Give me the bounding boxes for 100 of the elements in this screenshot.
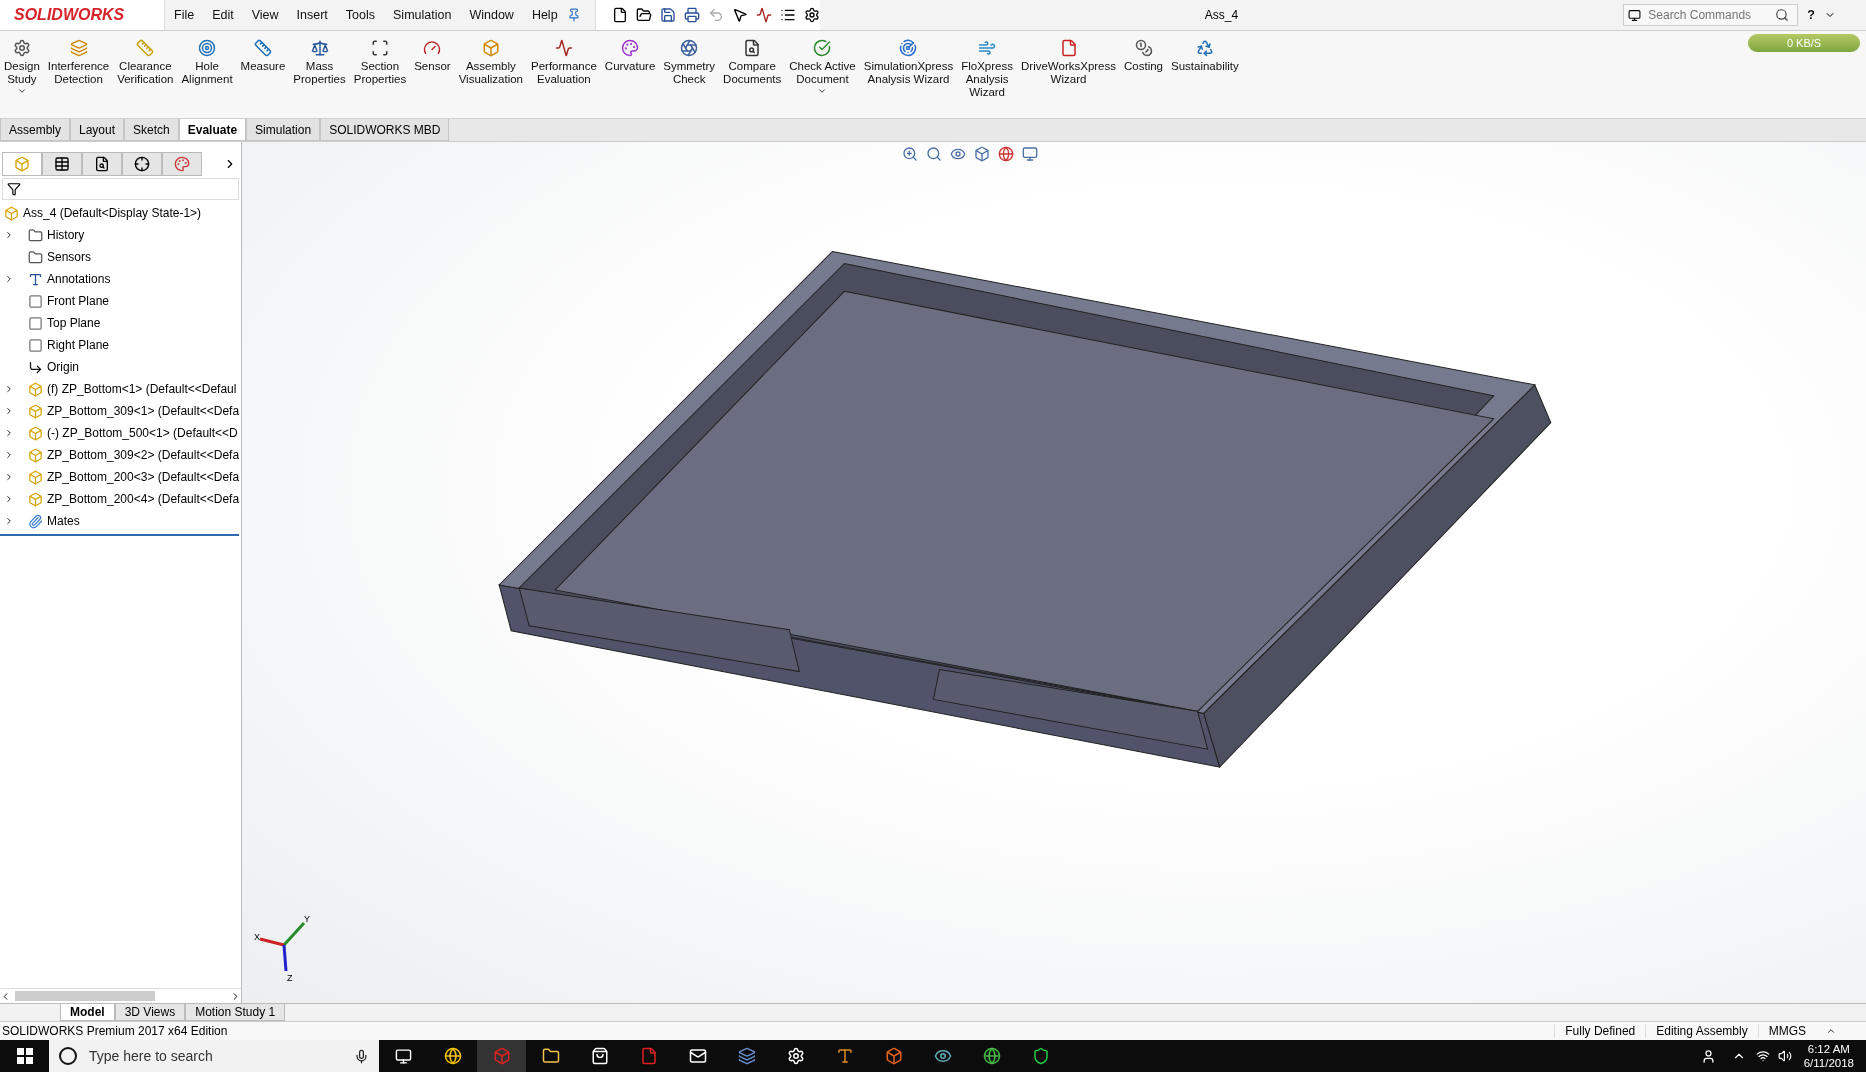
property-tab[interactable]	[42, 152, 82, 176]
bottom-tab[interactable]: 3D Views	[114, 1004, 186, 1021]
tree-item[interactable]: Top Plane	[47, 316, 101, 330]
shield-icon[interactable]	[1031, 1047, 1050, 1065]
settings-icon[interactable]	[786, 1047, 805, 1065]
wifi-icon[interactable]	[1755, 1049, 1770, 1063]
settings-icon[interactable]	[803, 7, 820, 23]
caret-icon[interactable]	[1826, 1026, 1836, 1036]
menu-item[interactable]: Edit	[203, 8, 243, 22]
command-button[interactable]: Mass Properties	[289, 31, 350, 88]
command-button[interactable]: Assembly Visualization	[454, 31, 527, 88]
caret-icon[interactable]	[4, 428, 14, 438]
menu-item[interactable]: Insert	[287, 8, 337, 22]
cube-icon[interactable]	[492, 1047, 511, 1065]
cortana-circle-icon[interactable]	[59, 1047, 77, 1065]
tree-item[interactable]: (f) ZP_Bottom<1> (Default<<Defaul	[47, 382, 237, 396]
new-file-icon[interactable]	[611, 7, 628, 23]
command-button[interactable]: Compare Documents	[719, 31, 786, 88]
print-icon[interactable]	[683, 7, 700, 23]
ribbon-tab[interactable]: Sketch	[124, 119, 179, 141]
tree-item[interactable]: Origin	[47, 360, 79, 374]
caret-icon[interactable]	[4, 384, 14, 394]
tree-item[interactable]: Annotations	[47, 272, 111, 286]
people-icon[interactable]	[1700, 1048, 1716, 1064]
caret-icon[interactable]	[4, 230, 14, 240]
command-button[interactable]: DriveWorksXpress Wizard	[1017, 31, 1120, 88]
bottom-tab[interactable]: Model	[60, 1004, 115, 1021]
folder-icon[interactable]	[541, 1047, 560, 1065]
select-icon[interactable]	[731, 7, 748, 23]
command-button[interactable]: Sensor	[410, 31, 455, 75]
configuration-tab[interactable]	[82, 152, 122, 176]
command-button[interactable]: Measure	[236, 31, 290, 75]
tree-item[interactable]: ZP_Bottom_309<1> (Default<<Defa	[47, 404, 240, 418]
command-button[interactable]: Interference Detection	[43, 31, 114, 88]
command-button[interactable]: Sustainability	[1167, 31, 1243, 75]
tree-item[interactable]: Ass_4 (Default<Display State-1>)	[23, 206, 202, 220]
filter-icon[interactable]	[7, 182, 21, 196]
command-button[interactable]: Performance Evaluation	[527, 31, 601, 88]
ribbon-tab[interactable]: Assembly	[0, 119, 70, 141]
menu-item[interactable]: Simulation	[384, 8, 461, 22]
layers-icon[interactable]	[737, 1047, 756, 1065]
eye-icon[interactable]	[933, 1047, 952, 1065]
command-button[interactable]: Hole Alignment	[177, 31, 237, 88]
bag-icon[interactable]	[590, 1047, 609, 1065]
caret-icon[interactable]	[4, 516, 14, 526]
command-button[interactable]: Section Properties	[349, 31, 411, 88]
ribbon-tab[interactable]: SOLIDWORKS MBD	[320, 119, 450, 141]
ribbon-tab[interactable]: Layout	[70, 119, 125, 141]
view-cube-icon[interactable]	[974, 146, 990, 162]
menu-item[interactable]: Tools	[336, 8, 385, 22]
letter-icon[interactable]	[835, 1047, 854, 1065]
open-folder-icon[interactable]	[635, 7, 652, 23]
display-tab[interactable]	[162, 152, 202, 176]
command-button[interactable]: Design Study	[0, 31, 44, 98]
help-button[interactable]: ?	[1798, 8, 1824, 22]
command-button[interactable]: Curvature	[600, 31, 660, 75]
tree-item[interactable]: (-) ZP_Bottom_500<1> (Default<<D	[47, 426, 238, 440]
tree-item[interactable]: Right Plane	[47, 338, 110, 352]
taskbar-clock[interactable]: 6:12 AM 6/11/2018	[1791, 1042, 1866, 1070]
command-button[interactable]: SimulationXpress Analysis Wizard	[859, 31, 958, 88]
zoom-area-icon[interactable]	[926, 146, 942, 162]
command-button[interactable]: Costing	[1120, 31, 1167, 75]
caret-icon[interactable]	[4, 406, 14, 416]
tree-item[interactable]: ZP_Bottom_200<4> (Default<<Defa	[47, 492, 240, 506]
menu-item[interactable]: View	[242, 8, 288, 22]
speaker-icon[interactable]	[1777, 1049, 1792, 1063]
command-button[interactable]: Symmetry Check	[659, 31, 720, 88]
caret-icon[interactable]	[4, 274, 14, 284]
tree-item[interactable]: ZP_Bottom_309<2> (Default<<Defa	[47, 448, 240, 462]
taskbar-search-field[interactable]: Type here to search	[87, 1047, 344, 1065]
ribbon-tab[interactable]: Simulation	[246, 119, 321, 141]
search-box[interactable]: Search Commands	[1623, 4, 1799, 26]
tree-item[interactable]: Front Plane	[47, 294, 110, 308]
menu-item[interactable]: Help	[522, 8, 567, 22]
dimxpert-tab[interactable]	[122, 152, 162, 176]
tree-item[interactable]: Mates	[47, 514, 80, 528]
tree-item[interactable]: History	[47, 228, 85, 242]
ribbon-tab[interactable]: Evaluate	[178, 119, 247, 141]
eye-icon[interactable]	[950, 146, 966, 162]
list-icon[interactable]	[779, 7, 796, 23]
menu-item[interactable]: File	[165, 8, 204, 22]
command-button[interactable]: FloXpress Analysis Wizard	[957, 31, 1017, 101]
tree-item[interactable]: Sensors	[47, 250, 92, 264]
windows-start-icon[interactable]	[16, 1048, 33, 1064]
save-icon[interactable]	[659, 7, 676, 23]
monitor-icon[interactable]	[1022, 146, 1038, 162]
caret-icon[interactable]	[4, 494, 14, 504]
caret-icon[interactable]	[4, 472, 14, 482]
tree-item[interactable]: ZP_Bottom_200<3> (Default<<Defa	[47, 470, 240, 484]
task-view-icon[interactable]	[395, 1047, 412, 1065]
pin-icon[interactable]	[566, 8, 581, 22]
document-icon[interactable]	[639, 1047, 658, 1065]
taskbar-search-box[interactable]: Type here to search	[49, 1040, 379, 1072]
microphone-icon[interactable]	[354, 1048, 369, 1064]
search-field[interactable]: Search Commands	[1646, 7, 1771, 23]
search-icon[interactable]	[1775, 8, 1790, 22]
solidworks-logo[interactable]: SOLIDWORKS	[0, 0, 165, 30]
mail-icon[interactable]	[688, 1047, 707, 1065]
command-button[interactable]: Check Active Document	[785, 31, 860, 98]
bottom-tab[interactable]: Motion Study 1	[185, 1004, 286, 1021]
